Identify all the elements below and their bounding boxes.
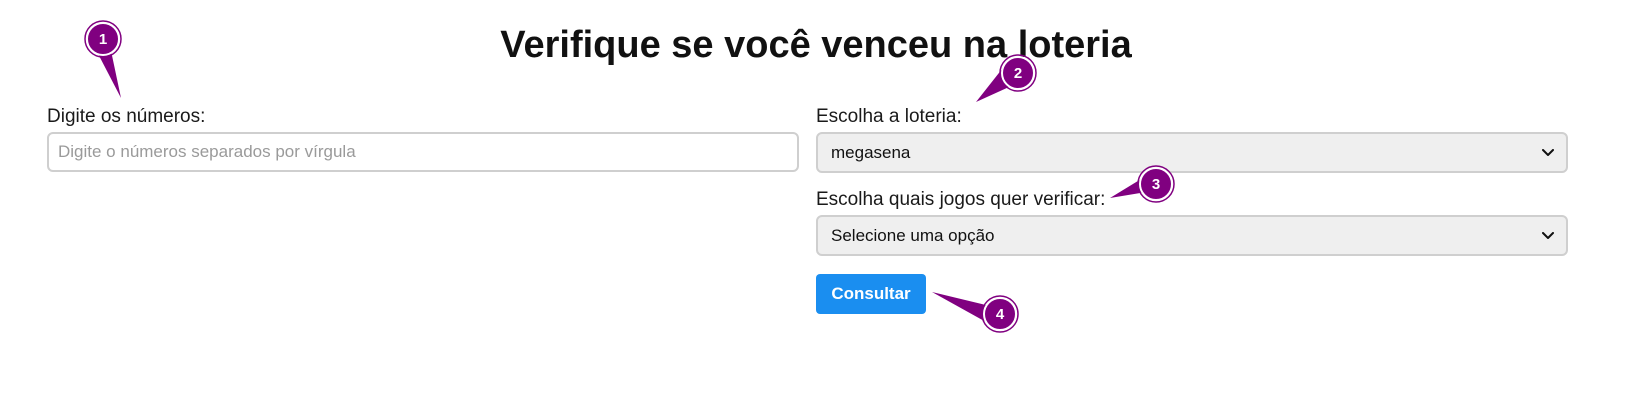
annotation-marker-2: 2	[976, 54, 1037, 102]
annotation-number-3: 3	[1152, 176, 1160, 193]
annotation-overlay: 1 2 3 4	[84, 20, 1175, 333]
annotation-number-4: 4	[996, 306, 1005, 323]
annotation-number-1: 1	[99, 31, 107, 48]
annotation-marker-4: 4	[932, 292, 1019, 333]
annotation-number-2: 2	[1014, 65, 1022, 82]
lottery-check-page: Verifique se você venceu na loteria Digi…	[0, 0, 1632, 404]
annotation-marker-3: 3	[1110, 165, 1175, 203]
annotation-marker-1: 1	[84, 20, 122, 98]
